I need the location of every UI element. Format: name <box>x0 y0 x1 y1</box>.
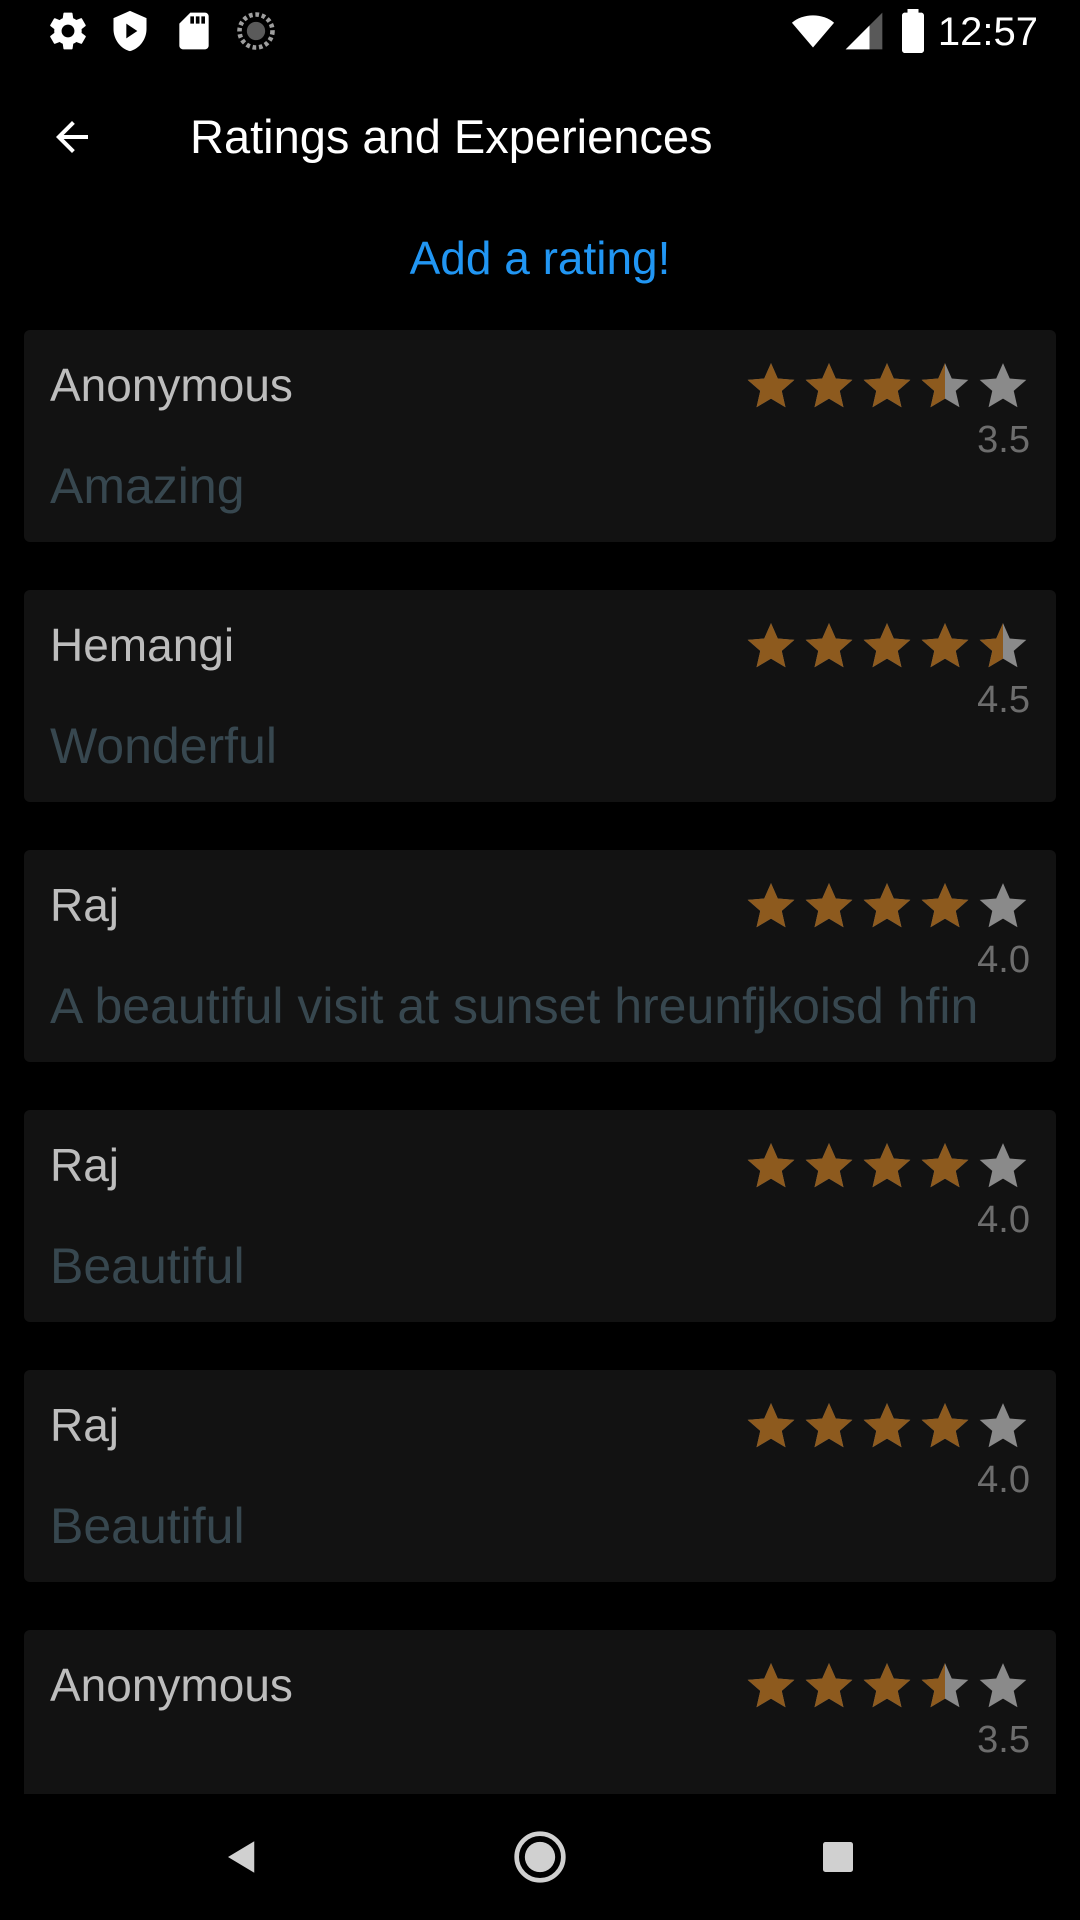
page-title: Ratings and Experiences <box>190 110 713 163</box>
star-icon <box>747 623 795 668</box>
rating-value: 4.5 <box>977 679 1030 721</box>
review-card[interactable]: Anonymous 3.5 Amazing <box>24 330 1056 542</box>
rating-value: 4.0 <box>977 939 1030 981</box>
star-icon <box>979 623 1027 668</box>
nav-back-button[interactable] <box>206 1821 278 1893</box>
rating-stars <box>742 618 1032 674</box>
reviewer-name: Anonymous <box>50 359 293 411</box>
reviewer-name: Raj <box>50 879 120 931</box>
rating-stars <box>742 1398 1032 1454</box>
rating-stars <box>742 358 1032 414</box>
star-icon <box>747 1143 795 1188</box>
reviewer-name: Hemangi <box>50 619 235 671</box>
review-text: Beautiful <box>50 1238 245 1294</box>
rating-value: 4.0 <box>977 1199 1030 1241</box>
review-text: Wonderful <box>50 718 277 774</box>
back-button[interactable] <box>40 105 104 169</box>
star-icon <box>921 1143 969 1188</box>
star-icon <box>921 883 969 928</box>
star-icon <box>805 1663 853 1708</box>
star-icon <box>747 363 795 408</box>
app-bar: Ratings and Experiences <box>0 63 1080 210</box>
system-nav-bar <box>0 1794 1080 1920</box>
review-text: Beautiful <box>50 1498 245 1554</box>
rating-value: 4.0 <box>977 1459 1030 1501</box>
reviewer-name: Raj <box>50 1139 120 1191</box>
star-icon <box>805 623 853 668</box>
review-card[interactable]: Hemangi 4.5 Wonderful <box>24 590 1056 802</box>
review-card[interactable]: Raj 4.0 A beautiful visit at sunset hreunf… <box>24 850 1056 1062</box>
star-icon <box>979 363 1027 408</box>
home-circle-icon[interactable] <box>512 1829 568 1885</box>
reviewer-name: Anonymous <box>50 1659 293 1711</box>
review-card[interactable]: Anonymous 3.5 <box>24 1630 1056 1794</box>
battery-icon <box>902 9 924 53</box>
star-icon <box>805 883 853 928</box>
back-triangle-icon[interactable] <box>221 1836 263 1878</box>
rating-stars <box>742 1138 1032 1194</box>
add-rating-button[interactable]: Add a rating! <box>0 228 1080 288</box>
star-icon <box>921 1663 969 1708</box>
status-bar: 12:57 <box>0 0 1080 63</box>
reviews-list-viewport[interactable]: Anonymous 3.5 Amazing Hemangi 4.5 Wonderful Ra… <box>0 300 1080 1794</box>
star-icon <box>805 1403 853 1448</box>
rating-value: 3.5 <box>977 419 1030 461</box>
status-time: 12:57 <box>937 10 1038 54</box>
star-icon <box>747 1403 795 1448</box>
recents-square-icon[interactable] <box>818 1837 858 1877</box>
star-icon <box>863 363 911 408</box>
star-icon <box>921 1403 969 1448</box>
sync-icon <box>237 12 275 50</box>
star-icon <box>863 1143 911 1188</box>
sd-card-icon <box>179 12 209 50</box>
reviews-list: Anonymous 3.5 Amazing Hemangi 4.5 Wonderful Ra… <box>24 330 1056 1794</box>
review-card[interactable]: Raj 4.0 Beautiful <box>24 1370 1056 1582</box>
rating-stars <box>742 1658 1032 1714</box>
shield-icon <box>113 10 147 52</box>
star-icon <box>863 1403 911 1448</box>
star-icon <box>747 1663 795 1708</box>
star-icon <box>979 1143 1027 1188</box>
star-icon <box>979 1403 1027 1448</box>
star-icon <box>863 1663 911 1708</box>
settings-icon <box>50 12 86 50</box>
nav-recents-button[interactable] <box>802 1821 874 1893</box>
star-icon <box>805 1143 853 1188</box>
star-icon <box>979 883 1027 928</box>
star-icon <box>863 883 911 928</box>
wifi-icon <box>791 15 835 48</box>
screen: 12:57 Ratings and Experiences Add a rati… <box>0 0 1080 1920</box>
review-text: Amazing <box>50 458 245 514</box>
star-icon <box>979 1663 1027 1708</box>
reviewer-name: Raj <box>50 1399 120 1451</box>
arrow-back-icon[interactable] <box>48 113 96 161</box>
rating-stars <box>742 878 1032 934</box>
signal-icon <box>845 12 883 50</box>
star-icon <box>747 883 795 928</box>
rating-value: 3.5 <box>977 1719 1030 1761</box>
star-icon <box>921 623 969 668</box>
star-icon <box>921 363 969 408</box>
review-text: A beautiful visit at sunset hreunfjkoisd… <box>50 978 979 1034</box>
nav-home-button[interactable] <box>504 1821 576 1893</box>
star-icon <box>805 363 853 408</box>
star-icon <box>863 623 911 668</box>
review-card[interactable]: Raj 4.0 Beautiful <box>24 1110 1056 1322</box>
